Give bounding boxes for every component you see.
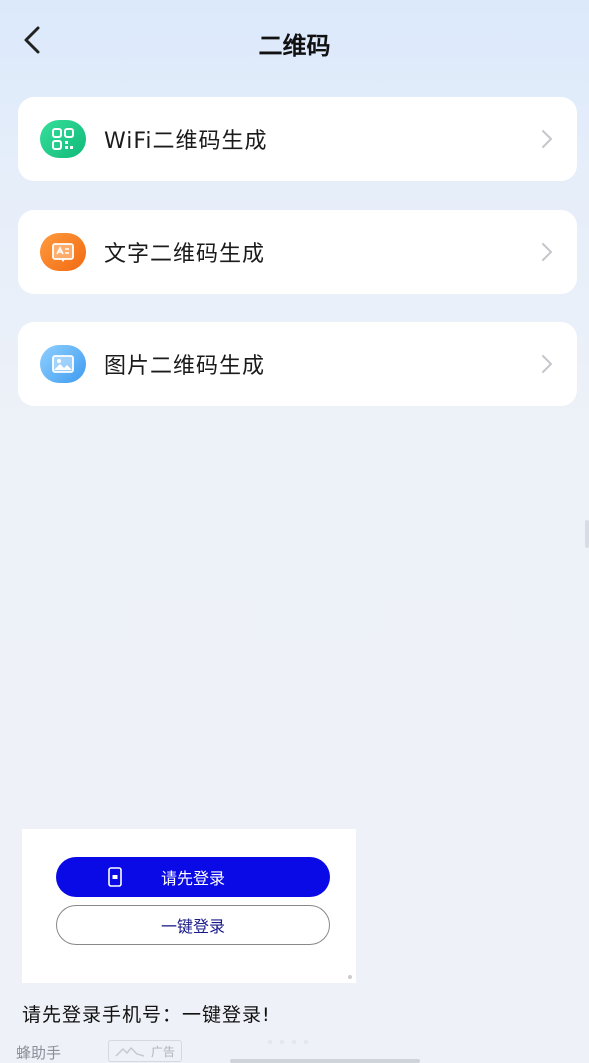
one-click-login-button[interactable]: 一键登录 <box>56 905 330 945</box>
chevron-right-icon <box>539 352 555 376</box>
ad-pager <box>268 1040 308 1044</box>
menu-item-text-qr[interactable]: 文字二维码生成 <box>18 210 577 294</box>
ad-banner[interactable]: 请先登录 一键登录 <box>22 829 356 983</box>
login-primary-label: 请先登录 <box>160 869 225 888</box>
ad-tag-label: 广告 <box>150 1044 175 1059</box>
menu-item-label: 图片二维码生成 <box>104 354 266 379</box>
ad-caption[interactable]: 请先登录手机号：一键登录! <box>22 1000 271 1027</box>
page-title: 二维码 <box>258 32 331 60</box>
pager-dot <box>280 1040 284 1044</box>
menu-item-wifi-qr[interactable]: WiFi二维码生成 <box>18 97 577 181</box>
menu-item-label: WiFi二维码生成 <box>104 129 268 154</box>
login-primary-button[interactable]: 请先登录 <box>56 857 330 897</box>
image-icon <box>40 345 86 383</box>
qr-code-icon <box>40 120 86 158</box>
scroll-indicator <box>585 520 589 548</box>
chevron-right-icon <box>539 240 555 264</box>
ad-tag: 广告 <box>108 1040 182 1062</box>
pager-dot <box>268 1040 272 1044</box>
menu-item-image-qr[interactable]: 图片二维码生成 <box>18 322 577 406</box>
pager-dot <box>292 1040 296 1044</box>
ad-brand: 蜂助手 <box>16 1044 62 1062</box>
ad-dot <box>348 975 352 979</box>
phone-icon <box>108 867 122 887</box>
header: 二维码 <box>0 0 589 84</box>
ad-logo-icon <box>115 1047 145 1057</box>
home-indicator <box>230 1059 420 1063</box>
menu-item-label: 文字二维码生成 <box>104 242 266 267</box>
pager-dot <box>304 1040 308 1044</box>
one-click-login-label: 一键登录 <box>160 917 225 936</box>
chevron-right-icon <box>539 127 555 151</box>
text-card-icon <box>40 233 86 271</box>
